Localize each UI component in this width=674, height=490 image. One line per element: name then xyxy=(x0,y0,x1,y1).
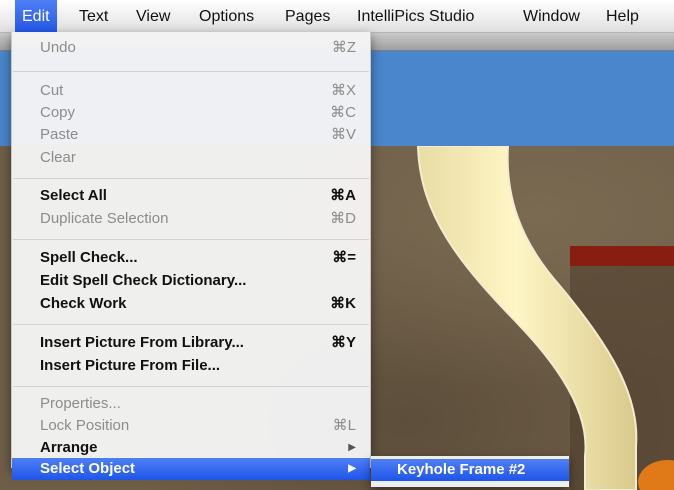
menu-item-copy[interactable]: Copy ⌘C xyxy=(12,102,370,124)
duplicate-shortcut: ⌘D xyxy=(330,210,356,227)
duplicate-label: Duplicate Selection xyxy=(40,210,169,227)
submenu-arrow-icon: ▶ xyxy=(348,463,356,474)
menu-item-clear[interactable]: Clear xyxy=(12,147,370,169)
menu-help[interactable]: Help xyxy=(606,0,639,33)
clear-label: Clear xyxy=(40,149,76,166)
submenu-arrow-icon: ▶ xyxy=(348,442,356,453)
spell-check-shortcut: ⌘= xyxy=(332,249,356,266)
menu-item-spell-check[interactable]: Spell Check... ⌘= xyxy=(12,247,370,269)
paste-label: Paste xyxy=(40,126,79,143)
menu-item-paste[interactable]: Paste ⌘V xyxy=(12,124,370,146)
menu-separator xyxy=(13,239,369,240)
menu-item-select-all[interactable]: Select All ⌘A xyxy=(12,185,370,207)
copy-shortcut: ⌘C xyxy=(330,104,356,121)
menu-separator xyxy=(13,324,369,325)
select-all-shortcut: ⌘A xyxy=(330,187,356,204)
menu-item-properties[interactable]: Properties... xyxy=(12,393,370,415)
submenu-item-keyhole-frame[interactable]: Keyhole Frame #2 xyxy=(371,459,569,481)
menu-item-lock-position[interactable]: Lock Position ⌘L xyxy=(12,415,370,437)
lock-position-shortcut: ⌘L xyxy=(332,417,356,434)
menu-separator xyxy=(13,71,369,72)
select-object-label: Select Object xyxy=(40,460,136,477)
menu-intellipics-studio[interactable]: IntelliPics Studio xyxy=(357,0,474,33)
cut-shortcut: ⌘X xyxy=(330,82,356,99)
check-work-shortcut: ⌘K xyxy=(330,295,356,312)
menu-bar: Edit Text View Options Pages IntelliPics… xyxy=(0,0,674,33)
menu-window[interactable]: Window xyxy=(523,0,580,33)
red-frame-shape xyxy=(570,246,674,266)
edit-dictionary-label: Edit Spell Check Dictionary... xyxy=(40,272,247,289)
menu-options[interactable]: Options xyxy=(199,0,254,33)
arrange-label: Arrange xyxy=(40,439,98,456)
menu-text[interactable]: Text xyxy=(79,0,108,33)
menu-item-select-object[interactable]: Select Object ▶ xyxy=(12,458,370,480)
menu-item-undo[interactable]: Undo ⌘Z xyxy=(12,37,370,59)
menu-item-insert-picture-library[interactable]: Insert Picture From Library... ⌘Y xyxy=(12,332,370,354)
menu-separator xyxy=(13,178,369,179)
properties-label: Properties... xyxy=(40,395,121,412)
menu-item-insert-picture-file[interactable]: Insert Picture From File... xyxy=(12,355,370,377)
select-all-label: Select All xyxy=(40,187,107,204)
undo-shortcut: ⌘Z xyxy=(331,39,356,56)
insert-file-label: Insert Picture From File... xyxy=(40,357,221,374)
paste-shortcut: ⌘V xyxy=(330,126,356,143)
menu-item-edit-spell-check-dictionary[interactable]: Edit Spell Check Dictionary... xyxy=(12,270,370,292)
menu-edit[interactable]: Edit xyxy=(15,0,57,33)
menu-item-cut[interactable]: Cut ⌘X xyxy=(12,80,370,102)
menu-separator xyxy=(13,386,369,387)
edit-menu: Undo ⌘Z Cut ⌘X Copy ⌘C Paste ⌘V Clear Se… xyxy=(11,32,371,480)
insert-library-label: Insert Picture From Library... xyxy=(40,334,244,351)
menu-pages[interactable]: Pages xyxy=(285,0,330,33)
menu-item-arrange[interactable]: Arrange ▶ xyxy=(12,437,370,459)
undo-label: Undo xyxy=(40,39,76,56)
menu-item-duplicate-selection[interactable]: Duplicate Selection ⌘D xyxy=(12,208,370,230)
lock-position-label: Lock Position xyxy=(40,417,130,434)
insert-library-shortcut: ⌘Y xyxy=(330,334,356,351)
copy-label: Copy xyxy=(40,104,76,121)
check-work-label: Check Work xyxy=(40,295,127,312)
menu-view[interactable]: View xyxy=(136,0,170,33)
spell-check-label: Spell Check... xyxy=(40,249,138,266)
cut-label: Cut xyxy=(40,82,64,99)
select-object-submenu: Keyhole Frame #2 xyxy=(371,456,569,487)
menu-item-check-work[interactable]: Check Work ⌘K xyxy=(12,293,370,315)
